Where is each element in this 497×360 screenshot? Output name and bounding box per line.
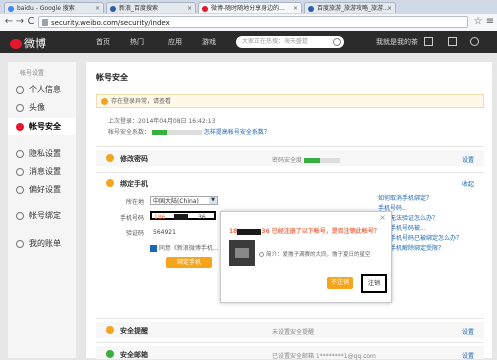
tab-google[interactable]: baidu - Google 搜索 × (4, 2, 104, 13)
dialog-message: 18 36 已经注册了以下帐号，是否注销此帐号？ (229, 228, 380, 235)
reminder-settings-link[interactable]: 设置 (462, 327, 474, 336)
password-strength-fill (303, 158, 321, 163)
close-icon[interactable]: × (293, 3, 298, 13)
security-level-row: 帐号安全系数： 怎样提高帐号安全系数？ (108, 129, 270, 136)
address-bar-row: ← → C security.weibo.com/security/index … (0, 14, 497, 32)
settings-sidebar: 帐号设置 个人信息 头像 帐号安全 隐私设置 消息设置 偏好设置 帐号绑定 我的… (8, 62, 76, 358)
reload-icon[interactable]: C (25, 16, 37, 28)
logout-button[interactable]: 注销 (361, 274, 387, 293)
weibo-icon (202, 6, 208, 12)
phone-input[interactable]: 186 36 (150, 211, 216, 221)
country-select[interactable]: 中国大陆(China) ▼ (150, 196, 218, 205)
section-security-reminder: 安全提醒 未设置安全提醒 设置 (96, 318, 484, 341)
main-panel: 帐号安全 存在登录异常，请查看 上次登录：2014年04月08日 16:42:1… (86, 62, 492, 360)
url-input[interactable]: security.weibo.com/security/index (38, 16, 468, 28)
email-settings-link[interactable]: 设置 (462, 351, 474, 360)
cancel-button[interactable]: 不注销 (327, 277, 353, 289)
sidebar-item-security[interactable]: 帐号安全 (16, 121, 61, 132)
lock-icon (16, 149, 24, 158)
nav-games[interactable]: 游戏 (202, 37, 216, 47)
tab-weibo[interactable]: 微博-随时随地分享身边的... × (198, 2, 302, 13)
tab-sina-search[interactable]: 新浪_百度搜索 × (106, 2, 196, 13)
collapse-link[interactable]: 收起 (462, 179, 474, 188)
sidebar-heading: 帐号设置 (20, 70, 45, 77)
link-icon (16, 211, 24, 220)
chevron-down-icon: ▼ (209, 197, 217, 204)
sidebar-item-preferences[interactable]: 偏好设置 (16, 184, 61, 195)
security-level-bar (151, 130, 202, 135)
password-settings-link[interactable]: 设置 (462, 155, 474, 164)
edit-icon[interactable] (424, 37, 433, 46)
preferences-icon (16, 185, 24, 194)
warning-icon (101, 98, 108, 105)
menu-icon[interactable]: ≡ (484, 16, 496, 28)
sidebar-item-profile[interactable]: 个人信息 (16, 84, 61, 95)
avatar (229, 240, 255, 266)
avatar-icon (16, 103, 24, 112)
nav-apps[interactable]: 应用 (168, 37, 182, 47)
page-icon (42, 19, 48, 26)
person-icon (16, 85, 24, 94)
search-icon[interactable] (333, 38, 341, 46)
bookmark-star-icon[interactable]: ☆ (472, 16, 484, 28)
help-link-cancel-binding[interactable]: 如何取消手机绑定？ (378, 193, 432, 202)
weibo-logo[interactable]: 微博 (10, 35, 46, 51)
tab-baidu-travel[interactable]: 百度旅游_旅游攻略_旅游... × (304, 2, 396, 13)
url-text: security.weibo.com/security/index (51, 19, 170, 27)
sidebar-item-billing[interactable]: 我的账单 (16, 238, 61, 249)
baidu-icon (110, 6, 116, 12)
warning-icon (106, 179, 114, 187)
nav-hot[interactable]: 热门 (130, 37, 144, 47)
login-warning-bar: 存在登录异常，请查看 (96, 94, 484, 108)
password-strength: 密码安全度 (272, 155, 340, 164)
sidebar-item-privacy[interactable]: 隐私设置 (16, 148, 61, 159)
sidebar-item-messages[interactable]: 消息设置 (16, 166, 61, 177)
profile-description: 简介：爱撸子满赛的大同，撸于夏日的星空 (259, 250, 371, 258)
browser-tab-bar: baidu - Google 搜索 × 新浪_百度搜索 × 微博-随时随地分享身… (0, 0, 497, 15)
weibo-top-nav: 微博 首页 热门 应用 游戏 大家正在热搜：海天盛筵 我就是我的茶 (0, 31, 497, 53)
redaction-mask (174, 214, 188, 220)
security-level-fill (151, 130, 167, 135)
nav-home[interactable]: 首页 (96, 37, 110, 47)
close-icon[interactable]: × (387, 3, 392, 13)
redaction-mask (237, 228, 262, 235)
close-icon[interactable]: × (187, 3, 192, 13)
warning-icon (106, 326, 114, 334)
weibo-eye-icon (10, 39, 22, 49)
logout-account-dialog: × 18 36 已经注册了以下帐号，是否注销此帐号？ 简介：爱撸子满赛的大同，撸于… (220, 211, 392, 303)
bind-phone-button[interactable]: 绑定手机 (166, 257, 212, 268)
security-tips-link[interactable]: 怎样提高帐号安全系数？ (204, 129, 270, 136)
last-login-text: 上次登录：2014年04月08日 16:42:13 (108, 118, 216, 125)
mail-icon[interactable] (448, 37, 457, 46)
tab-label: 微博-随时随地分享身边的... (211, 5, 285, 12)
verification-code-input[interactable]: 564921 (150, 227, 176, 236)
baidu-icon (308, 6, 314, 12)
section-password: 修改密码 密码安全度 设置 (96, 146, 484, 169)
agree-checkbox[interactable] (150, 245, 157, 252)
close-icon[interactable]: × (379, 213, 386, 222)
password-strength-bar (303, 158, 340, 163)
nav-username[interactable]: 我就是我的茶 (376, 37, 418, 47)
close-icon[interactable]: × (95, 3, 100, 13)
warning-icon (106, 154, 114, 162)
gear-icon[interactable] (470, 37, 479, 46)
info-icon (259, 252, 264, 257)
google-icon (8, 6, 14, 12)
page-title: 帐号安全 (96, 73, 128, 82)
message-icon (16, 167, 24, 176)
tab-label: baidu - Google 搜索 (17, 5, 75, 12)
agreement-row: 同意《新浪微博手机... (150, 243, 219, 252)
search-input[interactable]: 大家正在热搜：海天盛筵 (236, 36, 344, 48)
bill-icon (16, 239, 24, 248)
sidebar-item-avatar[interactable]: 头像 (16, 102, 45, 113)
sidebar-item-account-binding[interactable]: 帐号绑定 (16, 210, 61, 221)
section-security-email: 安全邮箱 已设置安全邮箱 1********1@qq.com 设置 (96, 342, 484, 360)
tab-label: 新浪_百度搜索 (119, 5, 159, 12)
check-icon (106, 350, 114, 358)
shield-icon (16, 122, 24, 131)
tab-label: 百度旅游_旅游攻略_旅游... (317, 5, 389, 12)
